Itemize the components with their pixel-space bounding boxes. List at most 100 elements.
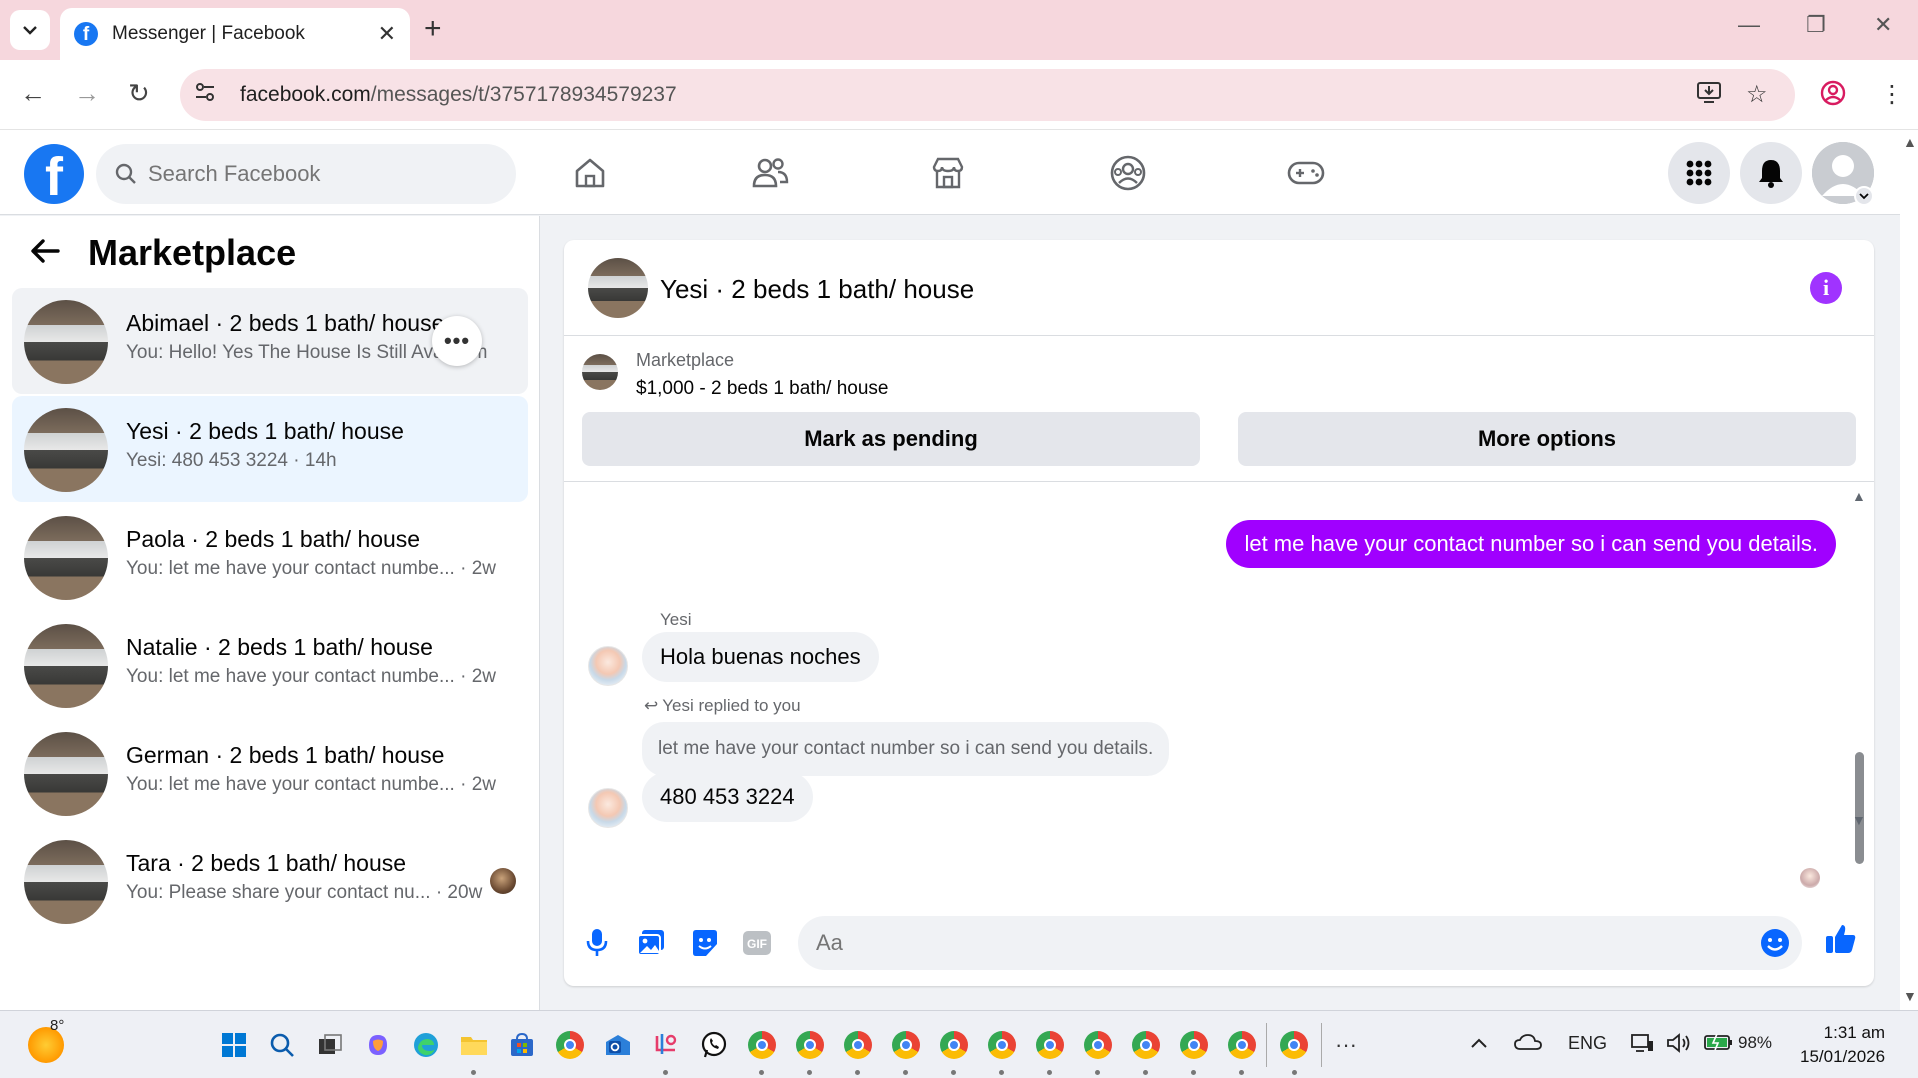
copilot-icon[interactable] (354, 1023, 402, 1067)
conversation-item[interactable]: Natalie · 2 beds 1 bath/ house You: let … (12, 612, 528, 718)
quoted-message[interactable]: let me have your contact number so i can… (642, 722, 1170, 776)
outlook-icon[interactable] (594, 1023, 642, 1067)
chrome-window-icon[interactable] (786, 1023, 834, 1075)
info-icon[interactable]: i (1810, 272, 1842, 304)
more-options-button[interactable]: More options (1238, 412, 1856, 466)
site-settings-icon[interactable] (194, 81, 228, 109)
chrome-window-icon[interactable] (1170, 1023, 1218, 1075)
onedrive-icon[interactable] (1514, 1033, 1542, 1056)
page-scrollbar[interactable]: ▲ ▼ (1900, 130, 1918, 1010)
thread-scrollbar[interactable]: ▲ ▼ (1852, 488, 1866, 888)
chrome-window-icon-active[interactable] (1266, 1023, 1322, 1075)
chrome-window-icon[interactable] (1026, 1023, 1074, 1075)
nav-gaming[interactable] (1276, 150, 1336, 196)
browser-tab[interactable]: f Messenger | Facebook ✕ (60, 8, 410, 60)
chrome-window-icon[interactable] (1074, 1023, 1122, 1075)
chrome-window-icon[interactable] (1122, 1023, 1170, 1075)
weather-widget[interactable]: 8° (28, 1017, 64, 1063)
chrome-window-icon[interactable] (882, 1023, 930, 1075)
conversation-preview: Yesi: 480 453 3224 · 14h (126, 450, 337, 471)
battery-icon[interactable] (1704, 1033, 1734, 1056)
photo-icon[interactable] (632, 924, 670, 962)
gif-icon[interactable]: GIF (738, 924, 776, 962)
volume-icon[interactable] (1666, 1033, 1692, 1058)
conversation-item[interactable]: Abimael · 2 beds 1 bath/ house You: Hell… (12, 288, 528, 394)
facebook-logo[interactable]: f (24, 144, 84, 204)
microphone-icon[interactable] (578, 924, 616, 962)
back-arrow-icon[interactable] (30, 234, 60, 273)
scroll-up-icon[interactable]: ▲ (1852, 488, 1866, 504)
emoji-icon[interactable] (1760, 928, 1790, 963)
page-scroll-down-icon[interactable]: ▼ (1903, 988, 1917, 1004)
incoming-message[interactable]: Hola buenas noches (642, 632, 879, 682)
like-thumb-icon[interactable] (1820, 918, 1862, 960)
page-scroll-up-icon[interactable]: ▲ (1903, 134, 1917, 150)
snipping-tool-icon[interactable] (642, 1023, 690, 1075)
nav-groups[interactable] (1098, 150, 1158, 196)
close-tab-icon[interactable]: ✕ (378, 21, 396, 47)
chrome-window-icon[interactable] (738, 1023, 786, 1075)
chrome-icon[interactable] (546, 1023, 594, 1067)
back-icon[interactable]: ← (20, 78, 46, 109)
running-indicator (1143, 1070, 1148, 1075)
notifications-button[interactable] (1740, 142, 1802, 204)
account-button[interactable] (1812, 142, 1874, 206)
chat-avatar[interactable] (588, 258, 648, 318)
whatsapp-icon[interactable] (690, 1023, 738, 1067)
sender-avatar[interactable] (588, 788, 628, 828)
task-view-icon[interactable] (306, 1023, 354, 1067)
browser-menu-icon[interactable]: ⋮ (1880, 80, 1904, 109)
running-indicator (1047, 1070, 1052, 1075)
bookmark-star-icon[interactable]: ☆ (1746, 80, 1768, 109)
scrollbar-thumb[interactable] (1855, 752, 1864, 864)
chrome-window-icon[interactable] (978, 1023, 1026, 1075)
menu-button[interactable] (1668, 142, 1730, 204)
more-apps-icon[interactable]: ··· (1322, 1023, 1370, 1067)
reload-icon[interactable]: ↻ (128, 78, 150, 109)
chrome-window-icon[interactable] (930, 1023, 978, 1075)
edge-icon[interactable] (402, 1023, 450, 1067)
close-window-icon[interactable]: ✕ (1874, 12, 1892, 38)
message-input[interactable] (816, 930, 1716, 956)
running-indicator (1292, 1070, 1297, 1075)
new-tab-button[interactable]: + (424, 12, 442, 46)
file-explorer-icon[interactable] (450, 1023, 498, 1075)
store-icon[interactable] (498, 1023, 546, 1067)
sender-avatar[interactable] (588, 646, 628, 686)
search-input[interactable] (148, 161, 478, 187)
chrome-window-icon[interactable] (1218, 1023, 1266, 1075)
search-icon[interactable] (258, 1023, 306, 1067)
install-app-icon[interactable] (1696, 80, 1722, 111)
sticker-icon[interactable] (686, 924, 724, 962)
tab-search-button[interactable] (10, 10, 50, 50)
mark-as-pending-button[interactable]: Mark as pending (582, 412, 1200, 466)
listing-thumbnail[interactable] (582, 354, 618, 390)
conversation-item[interactable]: German · 2 beds 1 bath/ house You: let m… (12, 720, 528, 826)
facebook-search[interactable] (96, 144, 516, 204)
minimize-window-icon[interactable]: — (1738, 12, 1760, 38)
conversation-item[interactable]: Tara · 2 beds 1 bath/ house You: Please … (12, 828, 528, 934)
conversation-item-selected[interactable]: Yesi · 2 beds 1 bath/ house Yesi: 480 45… (12, 396, 528, 502)
profile-icon[interactable] (1820, 80, 1846, 113)
conversation-item[interactable]: Paola · 2 beds 1 bath/ house You: let me… (12, 504, 528, 610)
chat-title[interactable]: Yesi · 2 beds 1 bath/ house (660, 274, 974, 305)
nav-marketplace[interactable] (918, 150, 978, 196)
forward-icon[interactable]: → (74, 78, 100, 109)
restore-window-icon[interactable]: ❐ (1806, 12, 1826, 38)
language-indicator[interactable]: ENG (1568, 1033, 1607, 1054)
chrome-window-icon[interactable] (834, 1023, 882, 1075)
nav-home[interactable] (560, 150, 620, 196)
message-input-field[interactable] (798, 916, 1802, 970)
nav-friends[interactable] (740, 150, 800, 196)
seen-avatar (490, 868, 516, 894)
incoming-message[interactable]: 480 453 3224 (642, 772, 813, 822)
start-icon[interactable] (210, 1023, 258, 1067)
scroll-down-icon[interactable]: ▼ (1852, 812, 1866, 828)
listing-price[interactable]: $1,000 - 2 beds 1 bath/ house (636, 378, 888, 400)
system-clock[interactable]: 1:31 am 15/01/2026 (1800, 1021, 1885, 1069)
outgoing-message[interactable]: let me have your contact number so i can… (1226, 520, 1836, 568)
show-hidden-icons[interactable] (1470, 1033, 1488, 1054)
network-icon[interactable] (1630, 1033, 1654, 1058)
more-actions-button[interactable]: ••• (432, 316, 482, 366)
address-bar[interactable]: facebook.com/messages/t/3757178934579237 (180, 69, 1795, 121)
